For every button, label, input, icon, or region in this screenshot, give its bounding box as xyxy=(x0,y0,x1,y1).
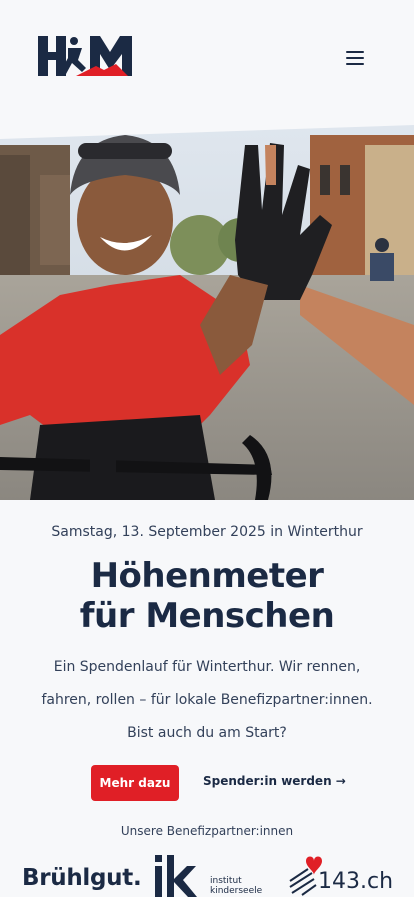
become-donor-link[interactable]: Spender:in werden → xyxy=(203,774,346,788)
hero-image xyxy=(0,125,414,500)
iks-line-2: kinderseele xyxy=(210,886,263,896)
event-description: Ein Spendenlauf für Winterthur. Wir renn… xyxy=(41,659,373,741)
143ch-wordmark: 143.ch xyxy=(318,869,394,894)
page-title: Höhenmeter für Menschen xyxy=(0,556,414,636)
partner-logo-bruehlgut[interactable]: Brühlgut. xyxy=(22,865,142,891)
site-header xyxy=(0,0,414,125)
title-line-2: für Menschen xyxy=(79,596,335,636)
partner-logo-143ch[interactable]: 143.ch xyxy=(288,855,393,897)
partner-logo-iks[interactable]: institut kinderseele xyxy=(155,855,265,897)
title-line-1: Höhenmeter xyxy=(90,556,324,596)
iks-line-1: institut xyxy=(210,876,242,886)
more-info-button[interactable]: Mehr dazu xyxy=(91,765,179,801)
hamburger-menu-icon[interactable] xyxy=(340,46,370,68)
partners-heading: Unsere Benefizpartner:innen xyxy=(120,824,294,838)
hfm-logo[interactable] xyxy=(38,36,132,76)
event-date: Samstag, 13. September 2025 in Winterthu… xyxy=(51,524,363,540)
